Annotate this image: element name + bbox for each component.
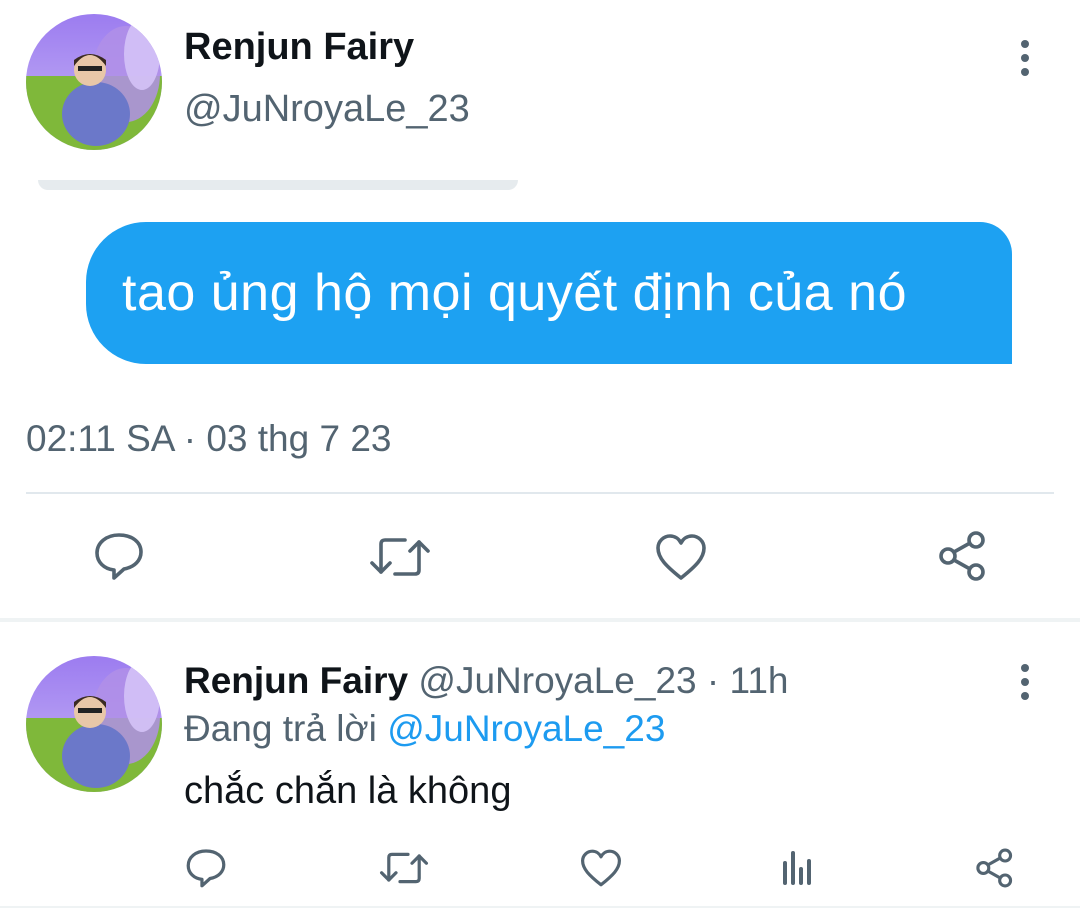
avatar[interactable] — [26, 14, 162, 150]
share-button[interactable] — [972, 844, 1018, 892]
reply-icon — [186, 849, 226, 888]
display-name[interactable]: Renjun Fairy — [184, 26, 414, 69]
like-icon — [656, 534, 706, 580]
more-options-button[interactable] — [1010, 38, 1040, 78]
more-dot — [1021, 692, 1029, 700]
retweet-button[interactable] — [368, 530, 432, 584]
tweet-separator — [0, 618, 1080, 622]
reply-icon — [95, 533, 143, 580]
reply-header: Renjun Fairy @JuNroyaLe_23 · 11h — [184, 660, 789, 702]
share-icon — [976, 848, 1013, 888]
replying-prefix: Đang trả lời — [184, 708, 377, 749]
display-name[interactable]: Renjun Fairy — [184, 660, 408, 701]
tweet-time[interactable]: 11h — [730, 660, 789, 701]
more-dot — [1021, 678, 1029, 686]
share-icon — [939, 531, 985, 581]
tweet-text: chắc chắn là không — [184, 770, 512, 812]
reply-button[interactable] — [90, 528, 148, 584]
divider — [26, 492, 1054, 494]
analytics-icon — [783, 851, 811, 885]
like-button[interactable] — [578, 846, 624, 890]
main-tweet: Renjun Fairy @JuNroyaLe_23 tao ủng hộ mọ… — [0, 0, 1080, 620]
like-button[interactable] — [652, 530, 710, 584]
tweet-image[interactable]: tao ủng hộ mọi quyết định của nó — [28, 178, 1028, 378]
divider — [0, 906, 1080, 908]
reply-button[interactable] — [184, 844, 228, 892]
more-dot — [1021, 40, 1029, 48]
like-icon — [581, 849, 621, 887]
message-bubble: tao ủng hộ mọi quyết định của nó — [86, 222, 1012, 364]
retweet-icon — [379, 852, 428, 884]
replying-to: Đang trả lời @JuNroyaLe_23 — [184, 708, 665, 750]
more-dot — [1021, 68, 1029, 76]
retweet-icon — [370, 538, 430, 576]
more-dot — [1021, 664, 1029, 672]
user-handle[interactable]: @JuNroyaLe_23 — [418, 660, 696, 701]
more-options-button[interactable] — [1010, 662, 1040, 702]
avatar[interactable] — [26, 656, 162, 792]
user-handle[interactable]: @JuNroyaLe_23 — [184, 88, 470, 131]
message-text: tao ủng hộ mọi quyết định của nó — [122, 264, 908, 322]
faded-message-bubble — [38, 180, 518, 190]
retweet-button[interactable] — [378, 846, 430, 890]
tweet-timestamp[interactable]: 02:11 SA · 03 thg 7 23 — [26, 418, 391, 460]
replying-to-link[interactable]: @JuNroyaLe_23 — [387, 708, 665, 749]
meta-separator: · — [706, 660, 720, 701]
more-dot — [1021, 54, 1029, 62]
share-button[interactable] — [934, 528, 992, 584]
analytics-button[interactable] — [776, 846, 818, 890]
